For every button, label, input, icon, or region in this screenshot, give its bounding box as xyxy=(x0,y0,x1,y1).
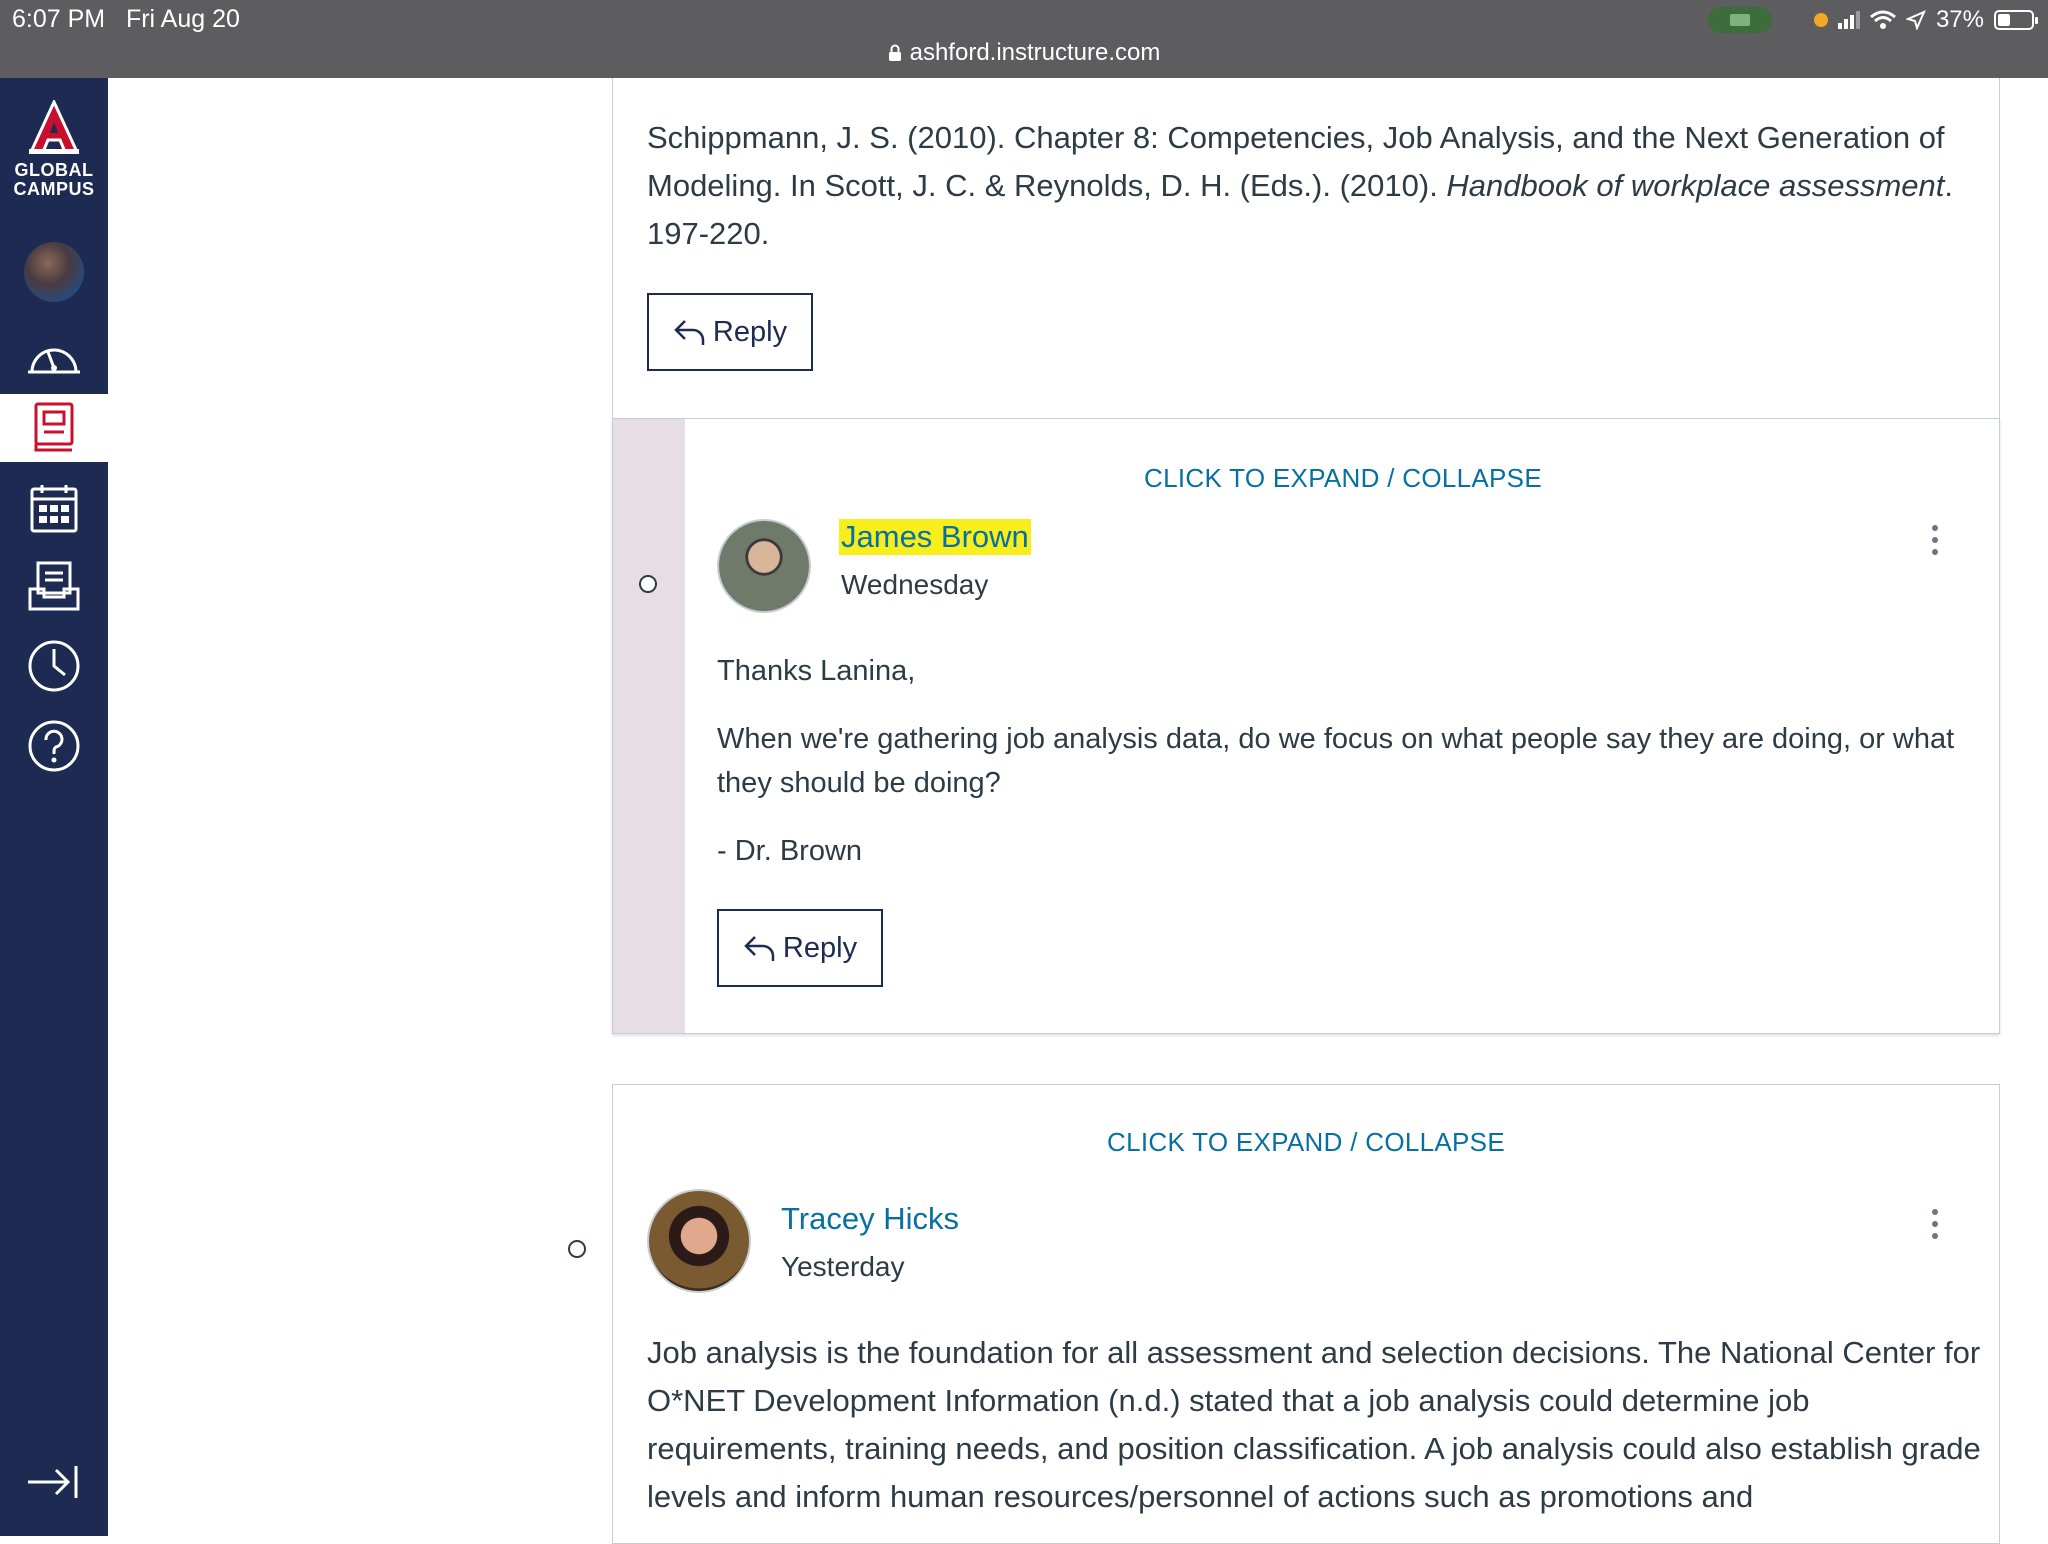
citation-title: Handbook of workplace assessment xyxy=(1446,168,1945,203)
global-navigation: GLOBAL CAMPUS xyxy=(0,78,108,1536)
lock-icon xyxy=(888,44,901,61)
battery-percent: 37% xyxy=(1935,6,1984,33)
reply-greeting: Thanks Lanina, xyxy=(717,655,916,687)
account-avatar[interactable] xyxy=(24,242,84,302)
nav-inbox[interactable] xyxy=(0,552,108,620)
reply-signature: - Dr. Brown xyxy=(717,835,863,867)
author-name[interactable]: Tracey Hicks xyxy=(781,1201,959,1237)
reply-question: When we're gathering job analysis data, … xyxy=(717,723,1955,799)
university-logo[interactable]: GLOBAL CAMPUS xyxy=(0,98,108,199)
status-indicators: 37% xyxy=(1813,6,2038,34)
address-bar[interactable]: ashford.instructure.com xyxy=(0,39,2048,67)
reply-arrow-icon xyxy=(744,936,775,961)
author-name[interactable]: James Brown xyxy=(839,519,1031,555)
citation-text: Schippmann, J. S. (2010). Chapter 8: Com… xyxy=(647,120,1954,251)
clock-icon xyxy=(28,640,80,692)
post-date: Yesterday xyxy=(781,1251,905,1282)
mic-indicator-icon xyxy=(1813,13,1828,27)
reply-button-label: Reply xyxy=(782,931,858,964)
more-options-icon[interactable] xyxy=(1931,1209,1939,1245)
collapse-nav-icon[interactable] xyxy=(26,1462,82,1502)
inbox-icon xyxy=(28,561,80,611)
discussion-entry-original: Schippmann, J. S. (2010). Chapter 8: Com… xyxy=(612,78,2000,420)
reply-button-label: Reply xyxy=(712,315,788,348)
nav-dashboard[interactable] xyxy=(0,324,108,392)
camera-in-use-icon xyxy=(1708,7,1772,33)
calendar-icon xyxy=(30,485,78,533)
location-arrow-icon xyxy=(1905,10,1926,30)
battery-icon xyxy=(1994,10,2038,30)
post-date: Wednesday xyxy=(841,569,989,600)
block-a-logo-icon xyxy=(28,98,80,154)
read-status-radio[interactable] xyxy=(639,575,657,593)
discussion-entry-hicks: CLICK TO EXPAND / COLLAPSE Tracey Hicks … xyxy=(612,1084,2000,1544)
expand-collapse-link[interactable]: CLICK TO EXPAND / COLLAPSE xyxy=(613,1127,1999,1158)
read-status-radio[interactable] xyxy=(568,1240,586,1258)
courses-book-icon xyxy=(34,402,74,452)
expand-collapse-link[interactable]: CLICK TO EXPAND / COLLAPSE xyxy=(685,463,2001,494)
author-avatar[interactable] xyxy=(717,519,811,613)
logo-line2: CAMPUS xyxy=(13,179,95,199)
status-date: Fri Aug 20 xyxy=(125,5,240,33)
help-icon xyxy=(28,720,80,772)
nav-courses[interactable] xyxy=(0,394,108,462)
reply-arrow-icon xyxy=(674,320,705,345)
discussion-reply-brown: CLICK TO EXPAND / COLLAPSE James Brown W… xyxy=(612,418,2000,1034)
ios-status-bar: 6:07 PM Fri Aug 20 37% ashford.instructu… xyxy=(0,0,2048,78)
nav-history[interactable] xyxy=(0,632,108,700)
reply-button[interactable]: Reply xyxy=(717,909,883,987)
reply-button[interactable]: Reply xyxy=(647,293,813,371)
author-avatar[interactable] xyxy=(647,1189,751,1293)
status-time: 6:07 PM xyxy=(12,5,106,33)
nav-calendar[interactable] xyxy=(0,474,108,542)
url-text: ashford.instructure.com xyxy=(909,39,1161,66)
unread-indicator-bar xyxy=(613,419,685,1033)
nav-help[interactable] xyxy=(0,712,108,780)
cellular-signal-icon xyxy=(1837,11,1860,29)
more-options-icon[interactable] xyxy=(1931,525,1939,561)
status-time-date: 6:07 PM Fri Aug 20 xyxy=(12,5,240,34)
logo-line1: GLOBAL xyxy=(14,160,94,180)
post-body: Job analysis is the foundation for all a… xyxy=(647,1335,1981,1514)
dashboard-icon xyxy=(28,348,80,374)
wifi-icon xyxy=(1869,10,1896,29)
